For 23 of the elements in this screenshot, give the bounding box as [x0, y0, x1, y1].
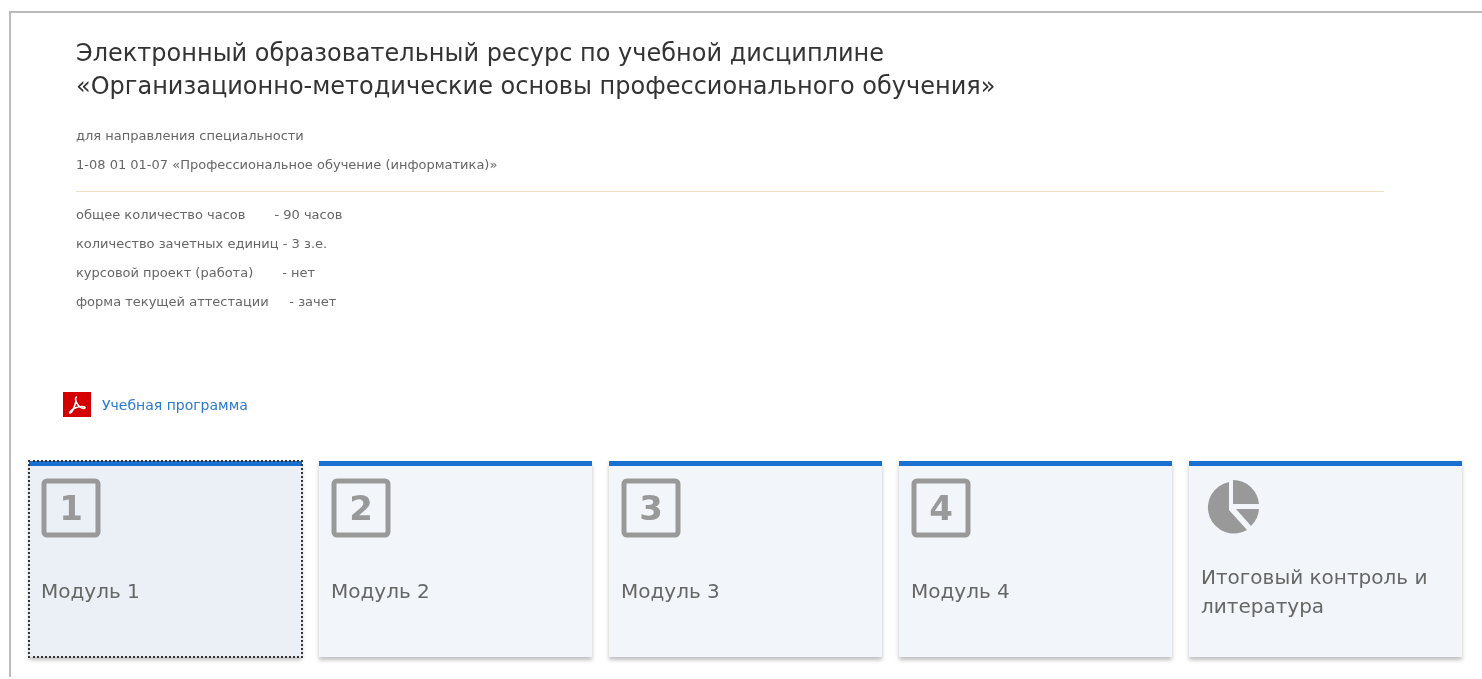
- tile-label: Модуль 4: [911, 578, 1010, 605]
- tile-label: Модуль 2: [331, 578, 430, 605]
- tile-label: Итоговый контроль и литература: [1201, 563, 1429, 620]
- module-tile[interactable]: 4 Модуль 4: [899, 461, 1172, 657]
- specialty-text: для направления специальности: [76, 127, 305, 145]
- course-info-line: количество зачетных единиц - 3 з.е.: [76, 235, 329, 253]
- number-square-icon: 3: [621, 478, 681, 538]
- course-info-line: курсовой проект (работа) - нет: [76, 264, 317, 282]
- curriculum-link[interactable]: Учебная программа: [102, 396, 248, 413]
- module-tile[interactable]: Итоговый контроль и литература: [1189, 461, 1462, 657]
- course-info-line: форма текущей аттестации - зачет: [76, 293, 338, 311]
- number-square-icon: 4: [911, 478, 971, 538]
- number-square-icon: 1: [41, 478, 101, 538]
- module-tile[interactable]: 3 Модуль 3: [609, 461, 882, 657]
- specialty-text: 1-08 01 01-07 «Профессиональное обучение (информатика)»: [76, 156, 499, 174]
- tile-label: Модуль 3: [621, 578, 720, 605]
- pdf-icon[interactable]: [63, 392, 91, 417]
- page-title: Электронный образовательный ресурс по учебной дисциплине «Организационно-методические основы профессионального обучения»: [76, 38, 997, 102]
- number-square-icon: 2: [331, 478, 391, 538]
- tile-label: Модуль 1: [41, 578, 140, 605]
- module-tile[interactable]: 2 Модуль 2: [319, 461, 592, 657]
- module-tile[interactable]: 1 Модуль 1: [29, 461, 302, 657]
- course-info-line: общее количество часов - 90 часов: [76, 206, 344, 224]
